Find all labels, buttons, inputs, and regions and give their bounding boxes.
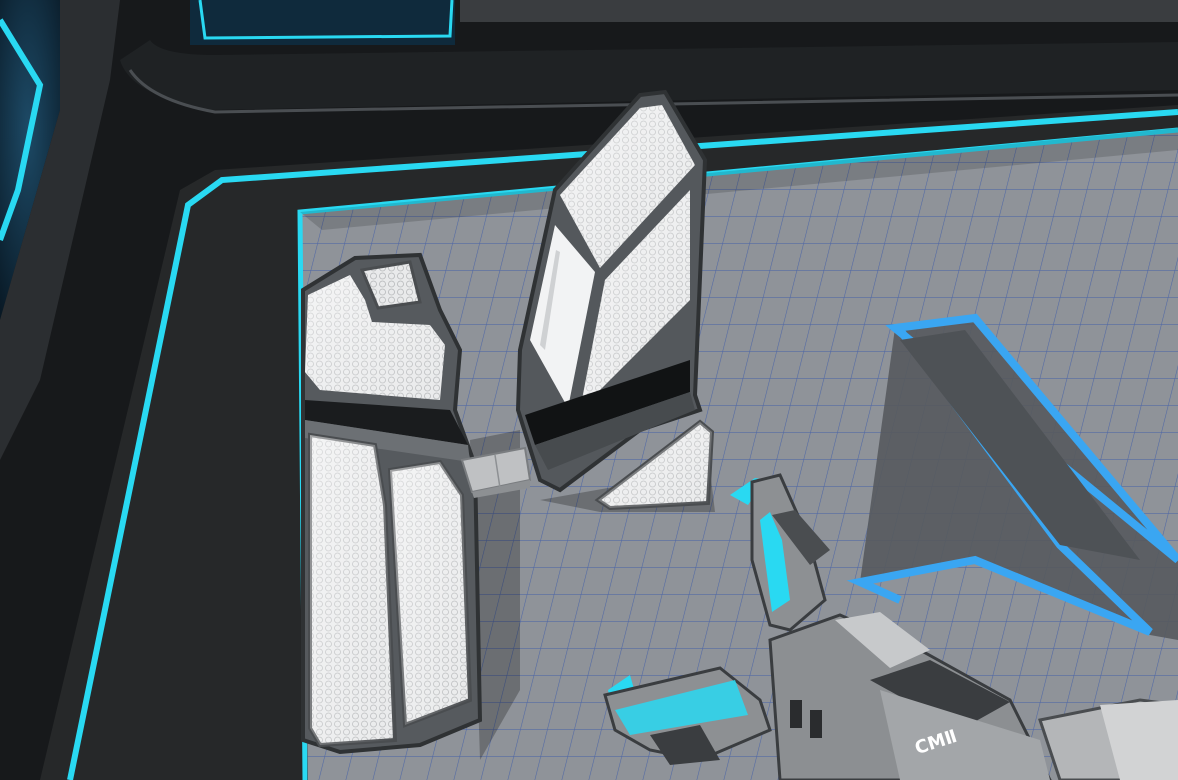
game-viewport[interactable]: CMⅡ [0, 0, 1178, 780]
